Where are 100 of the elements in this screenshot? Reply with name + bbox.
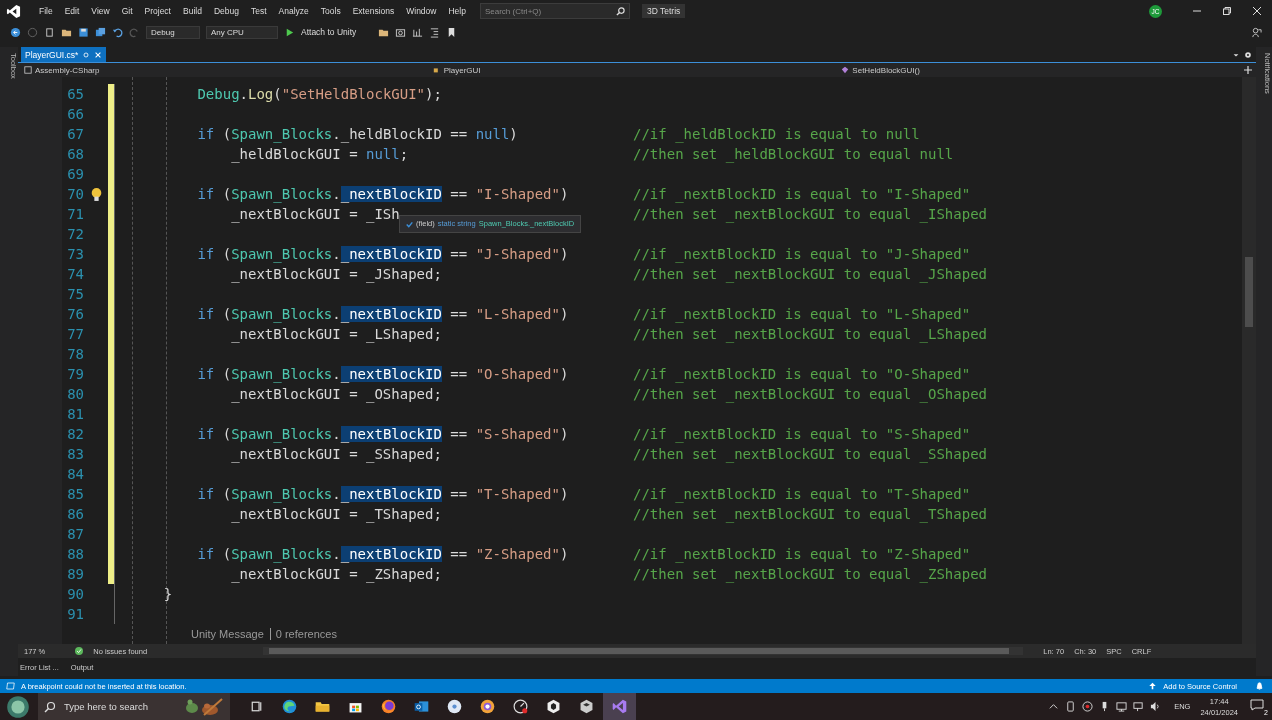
menu-item[interactable]: Test [244, 6, 273, 16]
menu-item[interactable]: Help [442, 6, 472, 16]
feedback-icon[interactable] [1251, 26, 1262, 38]
configuration-dropdown[interactable]: Debug [146, 25, 200, 39]
menu-item[interactable]: Debug [207, 6, 245, 16]
keyword: null [366, 146, 400, 162]
class-dropdown[interactable]: PlayerGUI [426, 63, 836, 77]
code-text: = [348, 206, 359, 222]
menu-item[interactable]: Analyze [272, 6, 315, 16]
menu-item[interactable]: Git [115, 6, 139, 16]
code-text: ( [221, 366, 232, 382]
lightbulb-icon[interactable] [89, 186, 103, 202]
back-icon[interactable] [10, 26, 21, 38]
code-text: ( [221, 186, 232, 202]
code-text: == [449, 186, 469, 202]
string-literal: "S-Shaped" [475, 426, 560, 442]
vertical-scrollbar[interactable] [1242, 77, 1256, 644]
gear-icon[interactable] [1244, 50, 1252, 59]
line-number: 87 [66, 525, 84, 544]
code-text: ) [559, 546, 569, 562]
upload-icon[interactable] [1148, 682, 1158, 690]
menu-item[interactable]: Tools [314, 6, 347, 16]
code-comment: //if _nextBlockID is equal to "T-Shaped" [633, 485, 971, 504]
start-orb-icon[interactable] [6, 694, 30, 719]
line-number: 83 [66, 445, 84, 464]
code-text: = [348, 266, 359, 282]
horizontal-scrollbar[interactable] [263, 647, 1024, 655]
play-icon[interactable] [284, 26, 295, 38]
code-text: == [449, 546, 469, 562]
type-name: Spawn_Blocks [231, 186, 333, 202]
highlighted-reference: _nextBlockID [340, 546, 442, 562]
line-number: 65 [66, 85, 84, 104]
string-literal: "T-Shaped" [475, 486, 560, 502]
camera-icon[interactable] [395, 26, 407, 38]
fox-browser-icon[interactable] [380, 698, 397, 715]
menu-item[interactable]: Extensions [346, 6, 401, 16]
bell-icon[interactable] [1255, 682, 1264, 690]
type-name: Spawn_Blocks [231, 546, 333, 562]
save-icon[interactable] [78, 26, 89, 38]
vs-logo-icon[interactable] [6, 3, 21, 19]
code-text: ) [559, 426, 569, 442]
type-name: Spawn_Blocks [231, 366, 333, 382]
disc-icon[interactable] [446, 698, 463, 715]
menu-item[interactable]: Edit [58, 6, 86, 16]
speaker-icon[interactable] [1150, 701, 1162, 712]
code-text: ) [559, 186, 569, 202]
pin-icon[interactable] [82, 50, 91, 59]
type-name: Spawn_Blocks [231, 306, 333, 322]
keyword: if [196, 246, 215, 262]
save-all-icon[interactable] [95, 26, 106, 38]
member-dropdown[interactable]: SetHeldBlockGUI() [835, 63, 1244, 77]
indent-icon[interactable] [429, 26, 441, 38]
code-comment: //if _nextBlockID is equal to "J-Shaped" [633, 245, 971, 264]
menu-item[interactable]: Window [400, 6, 443, 16]
line-number: 85 [66, 485, 84, 504]
line-number: 81 [66, 405, 84, 424]
line-number: 72 [66, 225, 84, 244]
search-field[interactable]: Search (Ctrl+Q) [479, 3, 630, 19]
line-number: 84 [66, 465, 84, 484]
search-icon [44, 700, 56, 713]
monitor-icon[interactable] [1116, 701, 1128, 712]
mail-icon[interactable] [413, 698, 430, 715]
code-text: ; [433, 506, 442, 522]
project-dropdown[interactable]: Assembly-CSharp [18, 63, 427, 77]
attach-button[interactable]: Attach to Unity [301, 27, 357, 37]
code-comment: //then set _nextBlockGUI to equal _TShaped [633, 505, 987, 524]
code-text: == [449, 306, 469, 322]
restore-icon[interactable] [1222, 6, 1232, 16]
phone-icon[interactable] [1065, 701, 1077, 712]
menu-item[interactable]: View [85, 6, 116, 16]
browser-icon[interactable] [281, 698, 298, 715]
visual-studio-icon[interactable] [603, 693, 636, 720]
code-text: ; [433, 386, 442, 402]
menu-item[interactable]: Project [138, 6, 177, 16]
code-text: _OShaped [366, 386, 434, 402]
code-text: _LShaped [366, 326, 434, 342]
close-icon[interactable] [1252, 6, 1262, 16]
codelens-references[interactable]: 0 references [269, 628, 337, 640]
type-name: Debug [196, 86, 240, 102]
code-text: == [449, 426, 469, 442]
cube-icon[interactable] [545, 698, 562, 715]
line-number: 71 [66, 205, 84, 224]
code-text: . [332, 546, 341, 562]
line-number: 88 [66, 545, 84, 564]
new-item-icon[interactable] [44, 26, 55, 38]
browser-icon[interactable] [479, 698, 496, 715]
menu-item[interactable]: File [33, 6, 59, 16]
chevron-icon[interactable] [1048, 701, 1060, 712]
document-tab[interactable]: PlayerGUI.cs* [21, 47, 107, 62]
code-text: ) [559, 246, 569, 262]
line-number: 91 [66, 605, 84, 624]
code-text: . [332, 306, 341, 322]
cube-icon[interactable] [578, 698, 595, 715]
undo-icon[interactable] [112, 26, 123, 38]
platform-dropdown[interactable]: Any CPU [206, 25, 278, 39]
taskbar-search[interactable]: Type here to search [38, 693, 230, 720]
keyword: if [196, 186, 215, 202]
menu-item[interactable]: Build [177, 6, 208, 16]
search-icon [615, 6, 625, 16]
codelens-label[interactable]: Unity Message [191, 628, 264, 640]
